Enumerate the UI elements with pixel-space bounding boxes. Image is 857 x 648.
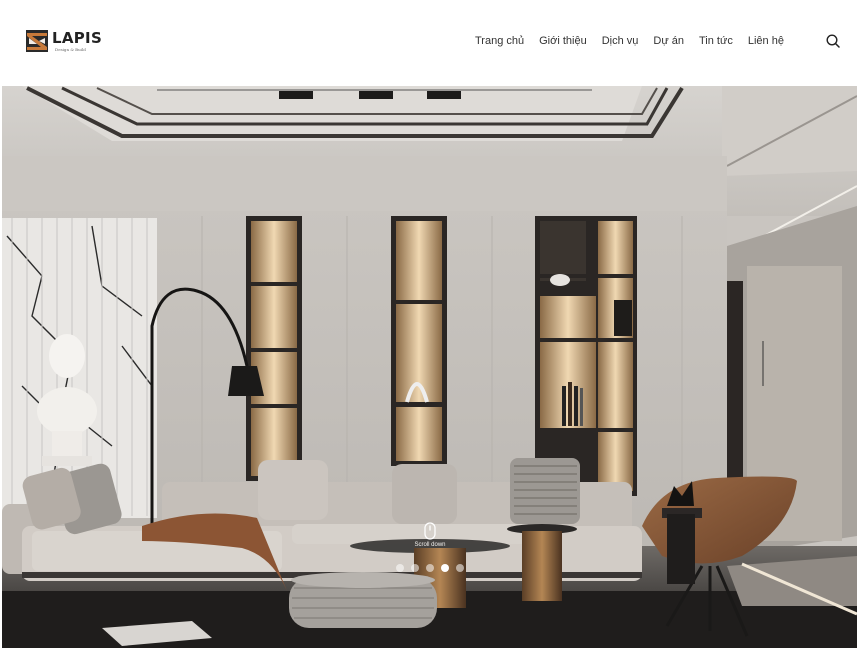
main-nav: Trang chủ Giới thiệu Dịch vụ Dự án Tin t… xyxy=(475,35,784,47)
slider-dot-3[interactable] xyxy=(426,564,434,572)
nav-item-home[interactable]: Trang chủ xyxy=(475,35,524,47)
nav-item-contact[interactable]: Liên hệ xyxy=(748,35,784,47)
logo-mark-icon xyxy=(26,30,48,52)
mouse-icon xyxy=(424,522,436,540)
search-icon[interactable] xyxy=(826,34,840,48)
logo-link[interactable]: LAPIS Design & Build xyxy=(26,30,102,52)
site-header: LAPIS Design & Build Trang chủ Giới thiệ… xyxy=(0,0,857,86)
logo-text: LAPIS Design & Build xyxy=(52,28,103,52)
brand-name: LAPIS xyxy=(52,28,103,47)
slider-dot-2[interactable] xyxy=(411,564,419,572)
slider-dots xyxy=(396,564,464,572)
scroll-down-label: Scroll down xyxy=(414,542,446,548)
slider-dot-1[interactable] xyxy=(396,564,404,572)
scroll-down[interactable]: Scroll down xyxy=(405,522,455,548)
hero-slider: Scroll down xyxy=(2,86,857,648)
slider-dot-5[interactable] xyxy=(456,564,464,572)
nav-item-services[interactable]: Dịch vụ xyxy=(602,35,639,47)
nav-item-projects[interactable]: Dự án xyxy=(653,35,684,47)
slider-dot-4[interactable] xyxy=(441,564,449,572)
nav-item-news[interactable]: Tin tức xyxy=(699,35,733,47)
nav-item-about[interactable]: Giới thiệu xyxy=(539,35,587,47)
brand-tagline: Design & Build xyxy=(55,46,86,52)
